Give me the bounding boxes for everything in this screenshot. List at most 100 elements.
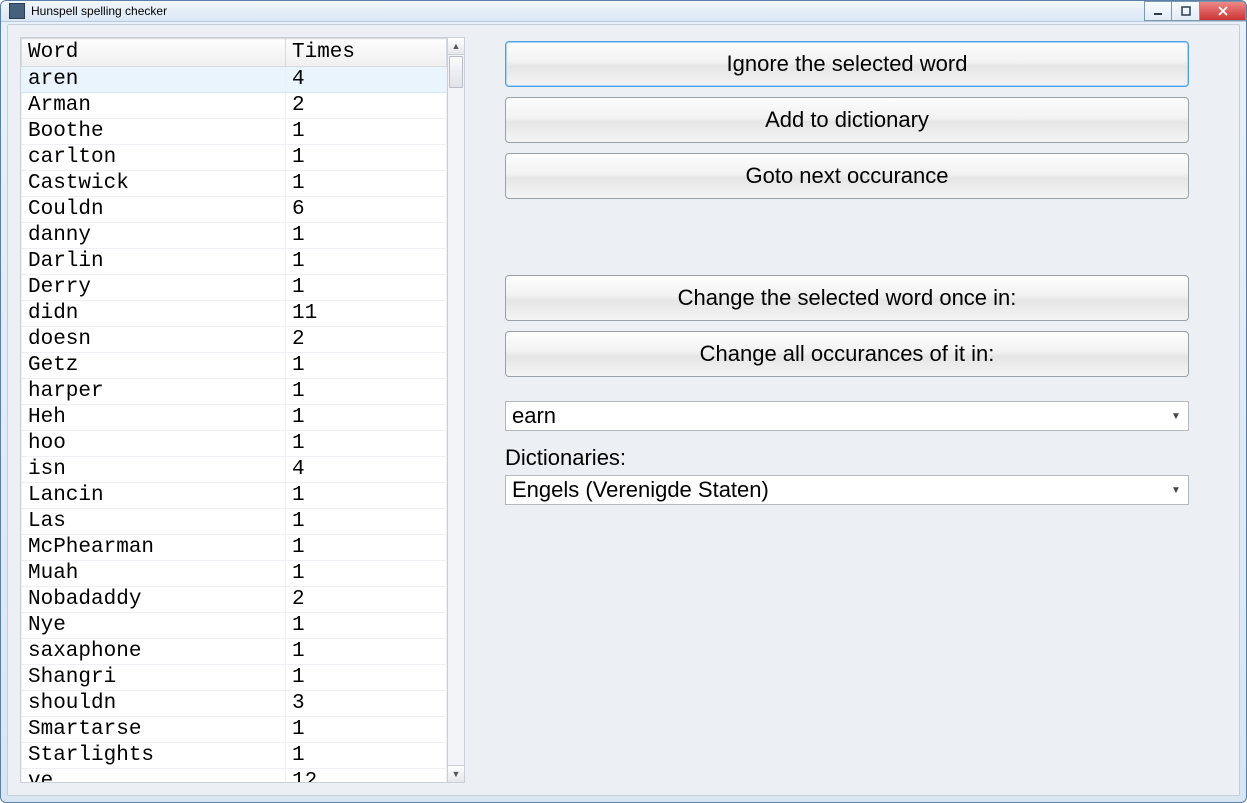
vertical-scrollbar[interactable]: ▲ ▼ xyxy=(448,37,465,783)
cell-word: Las xyxy=(22,509,286,535)
minimize-button[interactable] xyxy=(1144,1,1172,21)
table-row[interactable]: Castwick1 xyxy=(22,171,447,197)
col-header-times[interactable]: Times xyxy=(286,39,447,67)
cell-times: 1 xyxy=(286,275,447,301)
table-row[interactable]: McPhearman1 xyxy=(22,535,447,561)
table-row[interactable]: Lancin1 xyxy=(22,483,447,509)
cell-word: Darlin xyxy=(22,249,286,275)
suggestion-value: earn xyxy=(512,403,556,429)
cell-times: 1 xyxy=(286,509,447,535)
table-row[interactable]: carlton1 xyxy=(22,145,447,171)
cell-word: Shangri xyxy=(22,665,286,691)
cell-times: 1 xyxy=(286,379,447,405)
cell-times: 4 xyxy=(286,67,447,93)
cell-times: 3 xyxy=(286,691,447,717)
app-window: Hunspell spelling checker Word xyxy=(0,0,1247,803)
table-row[interactable]: didn11 xyxy=(22,301,447,327)
table-row[interactable]: saxaphone1 xyxy=(22,639,447,665)
cell-times: 1 xyxy=(286,743,447,769)
ignore-button[interactable]: Ignore the selected word xyxy=(505,41,1189,87)
cell-times: 1 xyxy=(286,171,447,197)
chevron-down-icon: ▼ xyxy=(1167,406,1185,426)
cell-word: Couldn xyxy=(22,197,286,223)
cell-word: Castwick xyxy=(22,171,286,197)
cell-times: 11 xyxy=(286,301,447,327)
table-row[interactable]: Nye1 xyxy=(22,613,447,639)
table-row[interactable]: hoo1 xyxy=(22,431,447,457)
cell-times: 1 xyxy=(286,405,447,431)
table-row[interactable]: Getz1 xyxy=(22,353,447,379)
table-row[interactable]: isn4 xyxy=(22,457,447,483)
dictionaries-dropdown[interactable]: Engels (Verenigde Staten) ▼ xyxy=(505,475,1189,505)
goto-next-button[interactable]: Goto next occurance xyxy=(505,153,1189,199)
chevron-down-icon: ▼ xyxy=(1167,480,1185,500)
cell-word: Smartarse xyxy=(22,717,286,743)
table-row[interactable]: aren4 xyxy=(22,67,447,93)
cell-times: 1 xyxy=(286,613,447,639)
cell-times: 2 xyxy=(286,93,447,119)
table-row[interactable]: Muah1 xyxy=(22,561,447,587)
cell-word: Boothe xyxy=(22,119,286,145)
dictionaries-label: Dictionaries: xyxy=(505,445,1227,471)
cell-times: 1 xyxy=(286,145,447,171)
table-row[interactable]: Darlin1 xyxy=(22,249,447,275)
table-row[interactable]: Heh1 xyxy=(22,405,447,431)
app-icon xyxy=(9,3,25,19)
table-row[interactable]: danny1 xyxy=(22,223,447,249)
change-all-button[interactable]: Change all occurances of it in: xyxy=(505,331,1189,377)
minimize-icon xyxy=(1153,6,1163,16)
word-table[interactable]: Word Times aren4Arman2Boothe1carlton1Cas… xyxy=(21,38,447,783)
table-row[interactable]: Boothe1 xyxy=(22,119,447,145)
cell-word: Nye xyxy=(22,613,286,639)
cell-times: 1 xyxy=(286,639,447,665)
change-once-button[interactable]: Change the selected word once in: xyxy=(505,275,1189,321)
cell-word: ve xyxy=(22,769,286,784)
maximize-button[interactable] xyxy=(1172,1,1200,21)
actions-pane: Ignore the selected word Add to dictiona… xyxy=(505,37,1227,783)
cell-times: 1 xyxy=(286,249,447,275)
cell-word: McPhearman xyxy=(22,535,286,561)
dictionaries-value: Engels (Verenigde Staten) xyxy=(512,477,769,503)
table-row[interactable]: Starlights1 xyxy=(22,743,447,769)
col-header-word[interactable]: Word xyxy=(22,39,286,67)
table-row[interactable]: Couldn6 xyxy=(22,197,447,223)
cell-word: Derry xyxy=(22,275,286,301)
table-row[interactable]: Nobadaddy2 xyxy=(22,587,447,613)
table-row[interactable]: shouldn3 xyxy=(22,691,447,717)
cell-word: isn xyxy=(22,457,286,483)
close-icon xyxy=(1217,6,1229,16)
suggestion-dropdown[interactable]: earn ▼ xyxy=(505,401,1189,431)
table-row[interactable]: ve12 xyxy=(22,769,447,784)
add-to-dictionary-button[interactable]: Add to dictionary xyxy=(505,97,1189,143)
cell-times: 1 xyxy=(286,535,447,561)
table-row[interactable]: Arman2 xyxy=(22,93,447,119)
table-row[interactable]: Derry1 xyxy=(22,275,447,301)
table-row[interactable]: harper1 xyxy=(22,379,447,405)
titlebar[interactable]: Hunspell spelling checker xyxy=(1,1,1246,22)
table-row[interactable]: Shangri1 xyxy=(22,665,447,691)
table-row[interactable]: Smartarse1 xyxy=(22,717,447,743)
window-title: Hunspell spelling checker xyxy=(31,4,167,18)
cell-word: didn xyxy=(22,301,286,327)
cell-times: 1 xyxy=(286,717,447,743)
scroll-down-button[interactable]: ▼ xyxy=(448,765,464,782)
cell-word: Lancin xyxy=(22,483,286,509)
cell-times: 6 xyxy=(286,197,447,223)
cell-times: 1 xyxy=(286,223,447,249)
cell-word: doesn xyxy=(22,327,286,353)
table-row[interactable]: doesn2 xyxy=(22,327,447,353)
cell-word: shouldn xyxy=(22,691,286,717)
cell-word: Heh xyxy=(22,405,286,431)
spacer xyxy=(505,209,1227,275)
table-row[interactable]: Las1 xyxy=(22,509,447,535)
cell-word: harper xyxy=(22,379,286,405)
cell-word: Arman xyxy=(22,93,286,119)
cell-times: 2 xyxy=(286,327,447,353)
cell-times: 12 xyxy=(286,769,447,784)
scroll-thumb[interactable] xyxy=(449,56,463,88)
close-button[interactable] xyxy=(1200,1,1246,21)
cell-times: 1 xyxy=(286,431,447,457)
cell-times: 1 xyxy=(286,483,447,509)
cell-word: Muah xyxy=(22,561,286,587)
scroll-up-button[interactable]: ▲ xyxy=(448,38,464,55)
